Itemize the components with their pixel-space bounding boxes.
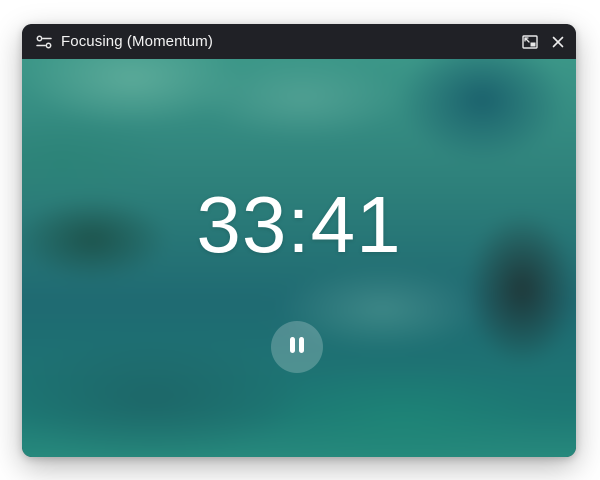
countdown-timer: 33:41 (196, 180, 402, 269)
settings-sliders-icon[interactable] (36, 34, 52, 50)
pause-button[interactable] (271, 321, 323, 373)
window-title: Focusing (Momentum) (61, 33, 213, 50)
focus-window: Focusing (Momentum) 33:41 (22, 24, 576, 457)
pause-icon (287, 335, 307, 360)
close-icon[interactable] (550, 34, 566, 50)
exit-fullscreen-icon[interactable] (522, 34, 538, 50)
title-bar: Focusing (Momentum) (22, 24, 576, 59)
focus-view: 33:41 (22, 59, 576, 457)
